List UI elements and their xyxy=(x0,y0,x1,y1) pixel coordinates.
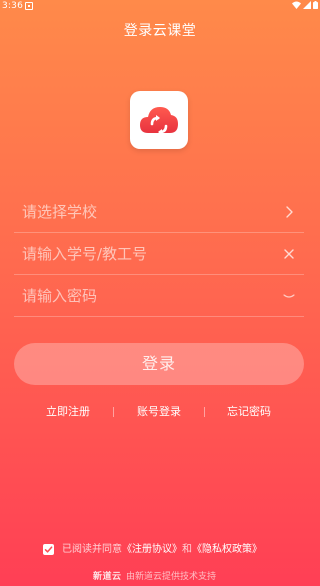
account-login-link[interactable]: 账号登录 xyxy=(137,404,181,420)
terms-link[interactable]: 《注册协议》 xyxy=(122,544,182,555)
agreement-text: 已阅读并同意《注册协议》和《隐私权政策》 xyxy=(62,542,262,558)
school-select[interactable]: 请选择学校 xyxy=(14,191,304,233)
page-title: 登录云课堂 xyxy=(123,23,197,39)
student-id-input[interactable] xyxy=(22,233,272,275)
privacy-link[interactable]: 《隐私权政策》 xyxy=(192,544,262,555)
password-field-row xyxy=(14,275,304,317)
agreement: 已阅读并同意《注册协议》和《隐私权政策》 xyxy=(0,542,320,558)
register-link[interactable]: 立即注册 xyxy=(46,404,90,420)
school-select-placeholder: 请选择学校 xyxy=(22,203,98,221)
app-logo xyxy=(130,91,188,149)
password-input[interactable] xyxy=(22,275,272,317)
footer: 新道云 由新道云提供技术支持 xyxy=(0,570,320,584)
wifi-icon xyxy=(292,1,301,9)
checkmark-icon xyxy=(44,546,53,553)
chevron-right-icon xyxy=(286,206,293,218)
agreement-checkbox[interactable] xyxy=(43,544,54,555)
cell-signal-icon xyxy=(303,1,311,9)
auth-links: 立即注册 账号登录 忘记密码 xyxy=(0,404,320,420)
clear-icon[interactable] xyxy=(282,247,296,261)
footer-text: 由新道云提供技术支持 xyxy=(126,572,217,582)
agreement-prefix: 已阅读并同意 xyxy=(62,544,122,555)
forgot-password-link[interactable]: 忘记密码 xyxy=(227,404,271,420)
notification-icon xyxy=(25,2,33,10)
battery-icon xyxy=(313,1,318,9)
status-icons xyxy=(292,1,318,9)
footer-logo: 新道云 xyxy=(93,572,122,582)
login-button[interactable]: 登录 xyxy=(14,343,304,385)
agreement-conjunction: 和 xyxy=(182,544,192,555)
cloud-refresh-icon xyxy=(140,107,178,135)
status-time: 3:36 xyxy=(2,1,24,11)
student-id-field-row xyxy=(14,233,304,275)
status-bar: 3:36 xyxy=(0,0,320,12)
divider xyxy=(113,407,114,417)
eye-closed-icon[interactable] xyxy=(282,289,296,303)
divider xyxy=(204,407,205,417)
